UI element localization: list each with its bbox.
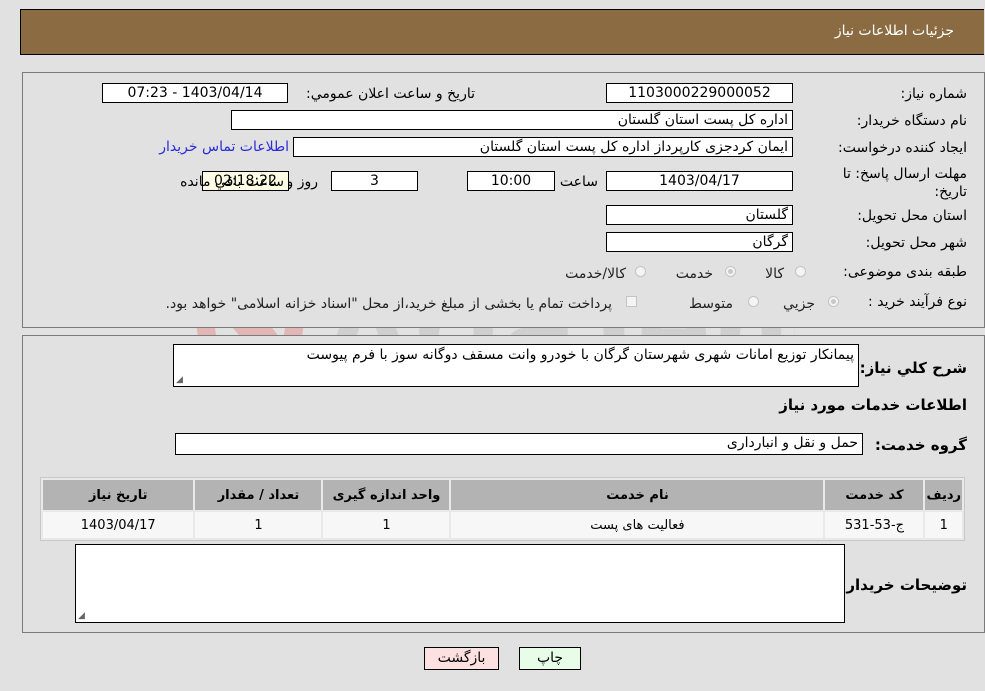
services-section-title: اطلاعات خدمات مورد نیاز — [779, 396, 967, 414]
category-option-goods-service: کالا/خدمت — [565, 266, 626, 282]
cell-service-code: ج-53-531 — [825, 512, 924, 538]
col-service-code: کد خدمت — [825, 480, 924, 510]
buyer-notes-textarea[interactable]: ◢ — [75, 544, 845, 623]
process-option-medium: متوسط — [689, 296, 733, 312]
need-number-label: شماره نیاز: — [900, 86, 968, 102]
category-radio-service[interactable] — [725, 266, 736, 277]
category-option-service: خدمت — [675, 266, 713, 282]
col-quantity: تعداد / مقدار — [195, 480, 322, 510]
buyer-org-label: نام دستگاه خریدار: — [856, 113, 967, 129]
col-need-date: تاریخ نیاز — [43, 480, 194, 510]
cell-need-date: 1403/04/17 — [43, 512, 194, 538]
resize-grip-icon[interactable]: ◢ — [78, 611, 85, 621]
category-radio-goods-service[interactable] — [635, 266, 646, 277]
col-unit: واحد اندازه گیری — [323, 480, 450, 510]
buyer-notes-label: توضیحات خریدار: — [840, 576, 967, 594]
creator-field: ایمان کردجزی کارپرداز اداره کل پست استان… — [293, 137, 793, 157]
col-row-number: ردیف — [925, 480, 962, 510]
deadline-time-label: ساعت — [559, 174, 598, 190]
need-number-field: 1103000229000052 — [606, 83, 793, 103]
announce-label: تاریخ و ساعت اعلان عمومي: — [306, 86, 475, 102]
days-field: 3 — [331, 171, 418, 191]
page-header: جزئیات اطلاعات نیاز — [20, 9, 984, 55]
cell-quantity: 1 — [195, 512, 322, 538]
treasury-checkbox[interactable] — [626, 296, 637, 307]
treasury-note: پرداخت تمام یا بخشی از مبلغ خرید،از محل … — [165, 296, 612, 312]
col-service-name: نام خدمت — [451, 480, 824, 510]
announce-datetime-field: 1403/04/14 - 07:23 — [102, 83, 288, 103]
page-title: جزئیات اطلاعات نیاز — [834, 23, 954, 39]
remaining-label: ساعت باقي مانده — [180, 174, 284, 190]
back-button[interactable]: بازگشت — [424, 647, 499, 670]
city-field: گرگان — [606, 232, 793, 252]
category-radio-goods[interactable] — [795, 266, 806, 277]
process-radio-medium[interactable] — [748, 296, 759, 307]
province-field: گلستان — [606, 205, 793, 225]
description-textarea[interactable]: پیمانکار توزیع امانات شهری شهرستان گرگان… — [173, 344, 859, 387]
buyer-contact-link[interactable]: اطلاعات تماس خریدار — [159, 139, 289, 155]
process-option-minor: جزيي — [783, 296, 815, 312]
process-radio-minor[interactable] — [828, 296, 839, 307]
process-type-label: نوع فرآیند خرید : — [868, 294, 967, 310]
table-row: 1 ج-53-531 فعالیت های پست 1 1 1403/04/17 — [43, 512, 962, 538]
deadline-label: مهلت ارسال پاسخ: تا تاریخ: — [842, 166, 967, 200]
cell-service-name: فعالیت های پست — [451, 512, 824, 538]
category-option-goods: کالا — [765, 266, 784, 282]
table-header-row: ردیف کد خدمت نام خدمت واحد اندازه گیری ت… — [43, 480, 962, 510]
buyer-org-field: اداره کل پست استان گلستان — [231, 110, 793, 130]
days-label: روز و — [286, 174, 319, 190]
services-table: ردیف کد خدمت نام خدمت واحد اندازه گیری ت… — [40, 477, 965, 541]
category-label: طبقه بندی موضوعی: — [843, 264, 967, 280]
cell-row-number: 1 — [925, 512, 962, 538]
service-group-label: گروه خدمت: — [874, 436, 967, 454]
service-group-field: حمل و نقل و انبارداری — [175, 433, 863, 455]
cell-unit: 1 — [323, 512, 450, 538]
deadline-date-field: 1403/04/17 — [606, 171, 793, 191]
resize-grip-icon[interactable]: ◢ — [176, 375, 183, 385]
city-label: شهر محل تحویل: — [865, 235, 967, 251]
print-button[interactable]: چاپ — [519, 647, 581, 670]
description-label: شرح کلي نیاز: — [859, 359, 967, 377]
province-label: استان محل تحویل: — [857, 208, 967, 224]
creator-label: ایجاد کننده درخواست: — [838, 140, 967, 156]
description-text: پیمانکار توزیع امانات شهری شهرستان گرگان… — [306, 347, 854, 363]
deadline-time-field: 10:00 — [467, 171, 555, 191]
